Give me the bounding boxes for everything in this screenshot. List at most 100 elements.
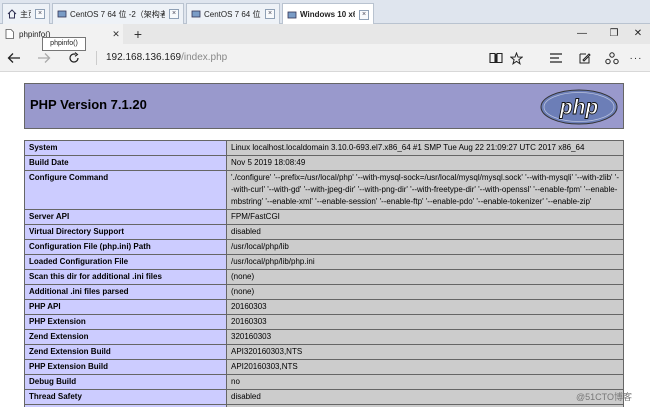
info-value: no xyxy=(226,374,624,390)
share-button[interactable] xyxy=(602,48,622,68)
address-path: /index.php xyxy=(181,52,228,63)
page-scrollbar[interactable] xyxy=(642,72,650,407)
info-value: './configure' '--prefix=/usr/local/php' … xyxy=(226,170,624,210)
vm-tab-label: 主页 xyxy=(20,9,31,19)
info-row: Additional .ini files parsed (none) xyxy=(24,284,624,300)
new-tab-button[interactable]: + xyxy=(130,26,146,42)
vm-tab-label: CentOS 7 64 位 -3 xyxy=(204,9,261,19)
address-host: 192.168.136.169 xyxy=(106,52,182,63)
star-icon xyxy=(509,51,523,65)
vm-icon xyxy=(57,9,67,19)
watermark: @51CTO博客 xyxy=(576,392,632,402)
info-key: Build Date xyxy=(24,155,227,171)
info-row: Zend Extension 320160303 xyxy=(24,329,624,345)
close-window-button[interactable]: ✕ xyxy=(622,24,650,44)
php-header: PHP Version 7.1.20 php xyxy=(24,83,624,129)
info-value: disabled xyxy=(226,224,624,240)
vm-tab-windows-10[interactable]: Windows 10 x64 × xyxy=(282,3,374,25)
close-icon[interactable]: × xyxy=(265,9,275,19)
info-key: Debug Build xyxy=(24,374,227,390)
info-value: 320160303 xyxy=(226,329,624,345)
info-row: PHP Extension 20160303 xyxy=(24,314,624,330)
browser-title-bar: phpinfo() ✕ + — ❐ ✕ xyxy=(0,24,650,44)
page-icon xyxy=(5,29,14,39)
address-separator xyxy=(96,51,97,65)
refresh-icon xyxy=(69,52,79,63)
home-icon xyxy=(7,9,17,19)
info-key: Zend Extension xyxy=(24,329,227,345)
book-icon xyxy=(489,52,503,64)
info-key: Configuration File (php.ini) Path xyxy=(24,239,227,255)
info-row: Zend Extension Build API320160303,NTS xyxy=(24,344,624,360)
hub-button[interactable] xyxy=(546,48,566,68)
info-key: Zend Extension Build xyxy=(24,344,227,360)
php-logo-text: php xyxy=(559,96,599,119)
vm-tab-centos-3[interactable]: CentOS 7 64 位 -3 × xyxy=(186,3,280,24)
php-logo-icon: php xyxy=(540,89,618,125)
info-row: Debug Build no xyxy=(24,374,624,390)
info-row: Scan this dir for additional .ini files(… xyxy=(24,269,624,285)
info-value: disabled xyxy=(226,389,624,405)
info-row: Loaded Configuration File/usr/local/php/… xyxy=(24,254,624,270)
info-row: Configure Command './configure' '--prefix… xyxy=(24,170,624,210)
pen-note-icon xyxy=(579,52,591,63)
info-value: (none) xyxy=(226,269,624,285)
info-value: /usr/local/php/lib/php.ini xyxy=(226,254,624,270)
more-button[interactable]: ··· xyxy=(626,48,646,68)
info-key: PHP Extension xyxy=(24,314,227,330)
reading-view-button[interactable] xyxy=(486,48,506,68)
web-note-button[interactable] xyxy=(574,48,594,68)
info-value: FPM/FastCGI xyxy=(226,209,624,225)
info-row: Virtual Directory Support disabled xyxy=(24,224,624,240)
browser-nav-bar: 192.168.136.169/index.php ··· xyxy=(0,44,650,72)
php-info-table: System Linux localhost.localdomain 3.10.0… xyxy=(24,140,624,407)
vm-tab-centos-2[interactable]: CentOS 7 64 位 -2（架构者... × xyxy=(52,3,184,24)
vm-tab-strip: 主页 × CentOS 7 64 位 -2（架构者... × CentOS 7 … xyxy=(0,0,650,25)
info-value: Linux localhost.localdomain 3.10.0-693.e… xyxy=(226,140,624,156)
info-key: Thread Safety xyxy=(24,389,227,405)
hub-lines-icon xyxy=(550,53,562,63)
info-value: 20160303 xyxy=(226,314,624,330)
refresh-button[interactable] xyxy=(64,48,84,68)
vm-tab-label: CentOS 7 64 位 -2（架构者... xyxy=(70,9,165,19)
vm-icon xyxy=(287,10,297,20)
info-key: Additional .ini files parsed xyxy=(24,284,227,300)
close-icon[interactable]: × xyxy=(359,9,369,20)
share-icon xyxy=(605,51,619,64)
info-key: Loaded Configuration File xyxy=(24,254,227,270)
info-row: PHP API 20160303 xyxy=(24,299,624,315)
favorites-button[interactable] xyxy=(506,48,526,68)
close-tab-icon[interactable]: ✕ xyxy=(109,29,123,40)
info-value: Nov 5 2019 18:08:49 xyxy=(226,155,624,171)
info-key: Scan this dir for additional .ini files xyxy=(24,269,227,285)
info-row: System Linux localhost.localdomain 3.10.0… xyxy=(24,140,624,156)
info-value: 20160303 xyxy=(226,299,624,315)
close-icon[interactable]: × xyxy=(35,9,45,19)
address-bar[interactable]: 192.168.136.169/index.php xyxy=(106,51,227,65)
info-value: API320160303,NTS xyxy=(226,344,624,360)
back-arrow-icon xyxy=(7,53,20,63)
minimize-button[interactable]: — xyxy=(566,24,598,44)
vm-tab-label: Windows 10 x64 xyxy=(300,10,355,19)
info-key: PHP API xyxy=(24,299,227,315)
forward-arrow-icon xyxy=(38,53,51,63)
info-value: (none) xyxy=(226,284,624,300)
forward-button[interactable] xyxy=(34,48,54,68)
more-dots-icon: ··· xyxy=(629,52,643,64)
info-value: API20160303,NTS xyxy=(226,359,624,375)
page-content: PHP Version 7.1.20 php System Linux local… xyxy=(0,72,650,407)
info-value: /usr/local/php/lib xyxy=(226,239,624,255)
info-row: Build Date Nov 5 2019 18:08:49 xyxy=(24,155,624,171)
info-key: PHP Extension Build xyxy=(24,359,227,375)
info-row: Thread Safety disabled xyxy=(24,389,624,405)
info-key: Server API xyxy=(24,209,227,225)
info-key: System xyxy=(24,140,227,156)
info-key: Virtual Directory Support xyxy=(24,224,227,240)
back-button[interactable] xyxy=(4,48,24,68)
info-row: PHP Extension Build API20160303,NTS xyxy=(24,359,624,375)
vm-tab-home[interactable]: 主页 × xyxy=(2,3,50,24)
info-row: Configuration File (php.ini) Path/usr/lo… xyxy=(24,239,624,255)
close-icon[interactable]: × xyxy=(169,9,179,19)
info-key: Configure Command xyxy=(24,170,227,210)
php-version-title: PHP Version 7.1.20 xyxy=(30,97,147,112)
